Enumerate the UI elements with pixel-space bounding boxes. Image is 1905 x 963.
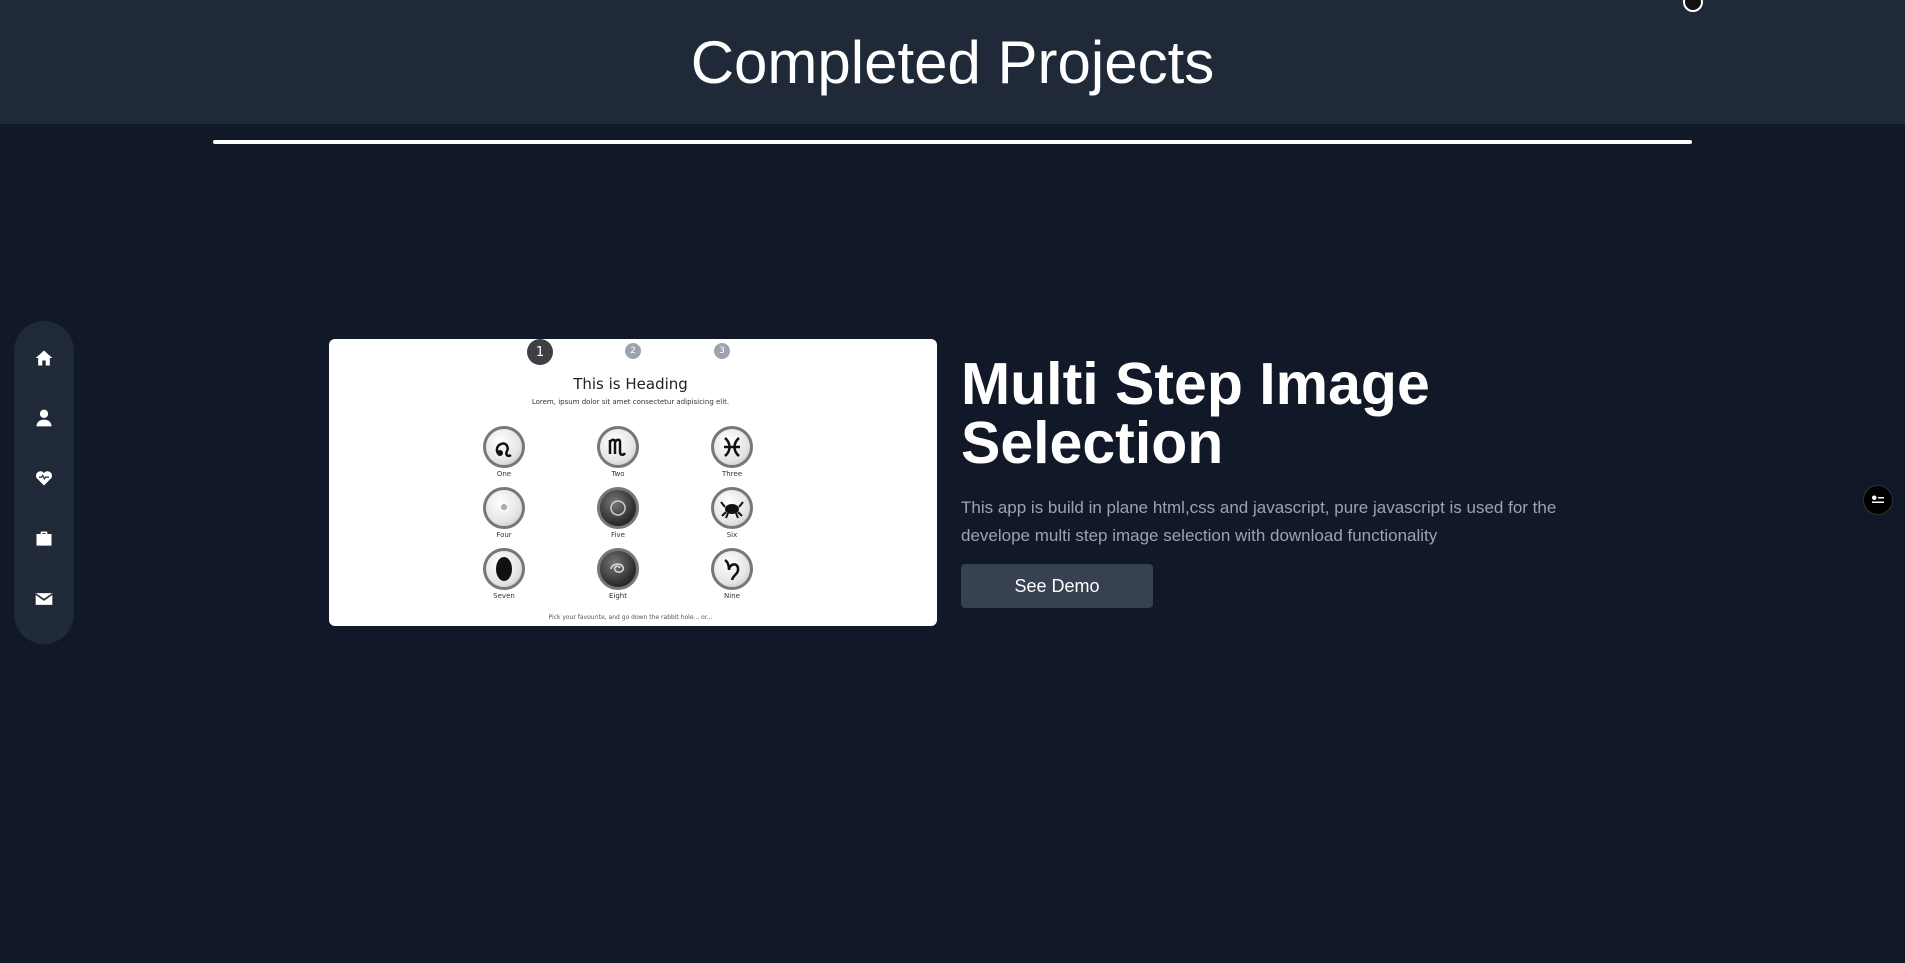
preview-tile: One	[474, 426, 534, 482]
zodiac-cancer-icon	[711, 487, 753, 529]
sidebar-nav	[14, 321, 74, 644]
preview-heading: This is Heading	[573, 375, 688, 393]
zodiac-leo-icon	[483, 426, 525, 468]
see-demo-button[interactable]: See Demo	[961, 564, 1153, 608]
preview-tile: Eight	[588, 548, 648, 604]
project-card: 1 2 3 This is Heading Lorem, ipsum dolor…	[329, 339, 1589, 626]
zodiac-virgo-icon	[597, 426, 639, 468]
preview-footer: Pick your favourite, and go down the rab…	[548, 614, 713, 621]
preview-tile: Three	[702, 426, 762, 482]
preview-step-2: 2	[625, 343, 641, 359]
preview-subheading: Lorem, ipsum dolor sit amet consectetur …	[531, 398, 730, 406]
swirl-icon	[597, 548, 639, 590]
heart-icon	[35, 471, 53, 486]
preview-step-3: 3	[714, 343, 730, 359]
sidebar-item-projects[interactable]	[29, 524, 59, 554]
sparkle-icon	[483, 487, 525, 529]
project-title: Multi Step Image Selection	[961, 351, 1430, 476]
home-icon	[35, 350, 53, 366]
sidebar-item-skills[interactable]	[29, 463, 59, 493]
preview-tile: Five	[588, 487, 648, 543]
zodiac-pisces-icon	[711, 426, 753, 468]
title-divider	[213, 140, 1692, 144]
orb-icon	[597, 487, 639, 529]
sidebar-item-home[interactable]	[29, 343, 59, 373]
briefcase-icon	[36, 531, 52, 546]
project-description: This app is build in plane html,css and …	[961, 498, 1557, 545]
preview-tile: Nine	[702, 548, 762, 604]
stone-icon	[483, 548, 525, 590]
page-title: Completed Projects	[690, 29, 1215, 96]
settings-toggle-button[interactable]	[1863, 485, 1893, 515]
project-preview-image: 1 2 3 This is Heading Lorem, ipsum dolor…	[329, 339, 937, 626]
user-icon	[36, 409, 52, 427]
zodiac-capricorn-icon	[711, 548, 753, 590]
preview-tile: Four	[474, 487, 534, 543]
preview-tile: Seven	[474, 548, 534, 604]
sidebar-item-about[interactable]	[29, 403, 59, 433]
settings-toggle-icon	[1872, 495, 1884, 503]
page-header: Completed Projects	[0, 0, 1905, 124]
preview-tile: Six	[702, 487, 762, 543]
envelope-icon	[35, 593, 53, 605]
sidebar-item-contact[interactable]	[29, 584, 59, 614]
preview-tile: Two	[588, 426, 648, 482]
preview-step-1: 1	[527, 339, 553, 365]
